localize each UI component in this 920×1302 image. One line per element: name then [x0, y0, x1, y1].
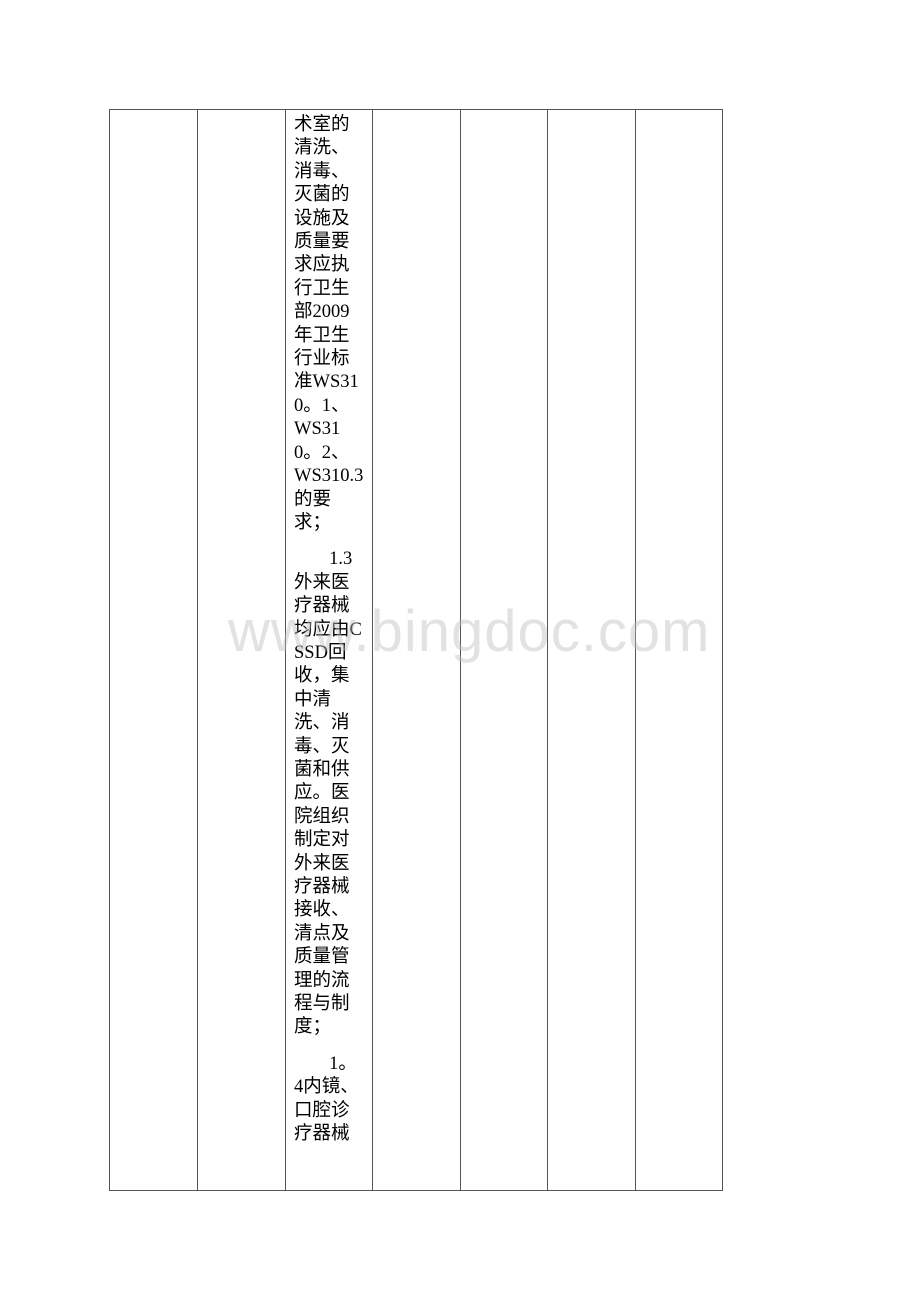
paragraph-1-3: 1.3外来医疗器械均应由CSSD回收，集中清洗、消毒、灭菌和供应。医院组织制定对…: [294, 549, 362, 1038]
requirements-text: 术室的清洗、消毒、灭菌的设施及质量要求应执行卫生部2009年卫生行业标准WS31…: [286, 110, 372, 1190]
table-cell-col6: [547, 109, 636, 1191]
table-cell-col2: [197, 109, 286, 1191]
paragraph-1-4: 1。4内镜、口腔诊疗器械: [294, 1053, 359, 1145]
document-page: 术室的清洗、消毒、灭菌的设施及质量要求应执行卫生部2009年卫生行业标准WS31…: [0, 0, 920, 1302]
table-cell-col4: [372, 109, 461, 1191]
paragraph-1-2-continued: 术室的清洗、消毒、灭菌的设施及质量要求应执行卫生部2009年卫生行业标准WS31…: [294, 115, 364, 533]
table-cell-col1: [109, 109, 198, 1191]
table-cell-col3: 术室的清洗、消毒、灭菌的设施及质量要求应执行卫生部2009年卫生行业标准WS31…: [285, 109, 373, 1191]
table-cell-col5: [460, 109, 548, 1191]
table-row: 术室的清洗、消毒、灭菌的设施及质量要求应执行卫生部2009年卫生行业标准WS31…: [109, 109, 723, 1191]
standards-table: 术室的清洗、消毒、灭菌的设施及质量要求应执行卫生部2009年卫生行业标准WS31…: [109, 109, 723, 1191]
table-cell-col7: [635, 109, 723, 1191]
